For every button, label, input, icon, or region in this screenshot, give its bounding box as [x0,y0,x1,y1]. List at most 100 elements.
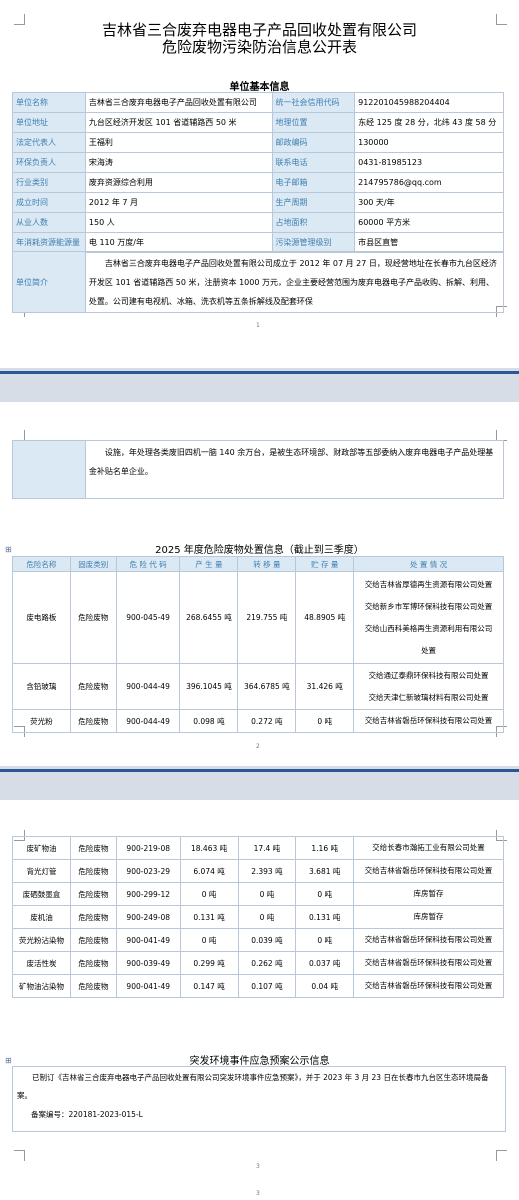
column-header: 处 置 情 况 [353,556,504,572]
column-header: 固废类别 [69,556,117,572]
disposal-line: 交给长春市瀚拓工业有限公司处置 [372,843,485,852]
waste-row: 废机油 危险废物 900-249-08 0.131 吨0 吨 0.131 吨库房暂存 [12,905,504,929]
disposal-line: 库房暂存 [413,889,444,898]
page-number: 3 [256,1163,260,1170]
basic-info-row: 法定代表人 王福利 邮政编码 130000 [12,132,504,153]
waste-code: 900-219-08 [115,836,181,860]
field-label: 生产周期 [271,192,356,213]
intro-table-part1: 单位简介 吉林省三合废弃电器电子产品回收处置有限公司成立于 2012 年 07 … [12,251,505,313]
waste-code: 900-041-49 [115,974,181,998]
waste-code: 900-044-49 [115,663,181,710]
waste-row: 废矿物油 危险废物 900-219-08 18.463 吨 17.4 吨 1.16 吨 交给… [12,836,504,860]
waste-category: 危险废物 [69,709,117,733]
waste-category: 危险废物 [69,905,117,929]
field-label: 年消耗资源能源量 [12,232,86,253]
disposal-info: 交给吉林省磐岳环保科技有限公司处置 [353,951,504,975]
emergency-heading: 突发环境事件应急预案公示信息 [189,1056,330,1067]
disposal-info: 交给吉林省厚德再生资源有限公司处置 交给新乡市军博环保科技有限公司处置 交给山西科美… [353,571,504,664]
stored-amount: 31.426 吨 [295,663,355,710]
waste-category: 危险废物 [69,974,117,998]
disposal-info: 库房暂存 [353,882,504,906]
basic-info-row: 年消耗资源能源量电 110 万度/年 污染源管理级别 市县区直管 [12,232,504,253]
waste-code: 900-249-08 [115,905,181,929]
field-value: 电 110 万度/年 [84,232,273,253]
stored-amount: 0.037 吨 [295,951,355,975]
waste-name: 荧光粉 [12,709,71,733]
basic-info-row: 行业类别 废弃资源综合利用 电子邮箱 214795786@qq.com [12,172,504,193]
waste-table-page2: 危险名称 固废类别危 险 代 码产 生 量转 移 量贮 存 量处 置 情 况 废电… [12,556,504,733]
waste-code: 900-045-49 [115,571,181,664]
waste-category: 危险废物 [69,663,117,710]
transferred-amount: 364.6785 吨 [237,663,297,710]
field-value: 150 人 [84,212,273,233]
field-label: 污染源管理级别 [271,232,356,253]
stored-amount: 0.04 吨 [295,974,355,998]
disposal-line: 交给新乡市军博环保科技有限公司处置 [364,601,493,611]
waste-info-heading: 2025 年度危险废物处置信息（截止到三季度） [155,545,364,556]
field-value: 市县区直管 [354,232,504,253]
waste-category: 危险废物 [69,571,117,664]
stored-amount: 3.681 吨 [295,859,355,883]
waste-name: 废矿物油 [12,836,71,860]
basic-info-row: 单位名称 吉林省三合废弃电器电子产品回收处置有限公司 统一社会信用代码 9122010… [12,92,504,113]
waste-row: 含铅玻璃 危险废物 900-044-49 396.1045 吨 364.6785 吨 31… [12,663,504,710]
column-header: 危险名称 [12,556,71,572]
waste-name: 废硒鼓墨盒 [12,882,71,906]
field-value: 废弃资源综合利用 [84,172,273,193]
waste-code: 900-039-49 [115,951,181,975]
field-value: 912201045988204404 [354,92,504,113]
field-value: 九台区经济开发区 101 省道辅路西 50 米 [84,112,273,133]
field-label: 单位地址 [12,112,86,133]
transferred-amount: 0.107 吨 [237,974,297,998]
transferred-amount: 2.393 吨 [237,859,297,883]
transferred-amount: 219.755 吨 [237,571,297,664]
column-header: 危 险 代 码 [115,556,181,572]
column-header: 产 生 量 [179,556,239,572]
field-label: 环保负责人 [12,152,86,173]
page-separator [0,769,519,772]
waste-category: 危险废物 [69,882,117,906]
emergency-box: 已制订《吉林省三合废弃电器电子产品回收处置有限公司突发环境事件应急预案》，并于 … [12,1066,506,1132]
stored-amount: 0.131 吨 [295,905,355,929]
generated-amount: 0.299 吨 [179,951,239,975]
disposal-info: 交给通辽泰鼎环保科技有限公司处置 交给天津仁新玻璃材料有限公司处置 [353,663,504,710]
field-value: 2012 年 7 月 [84,192,273,213]
disposal-line: 处置 [421,645,437,655]
waste-category: 危险废物 [69,951,117,975]
field-value: 300 天/年 [354,192,504,213]
disposal-line: 交给通辽泰鼎环保科技有限公司处置 [368,670,489,680]
field-value: 东经 125 度 28 分，北纬 43 度 58 分 [354,112,504,133]
waste-name: 废活性炭 [12,951,71,975]
intro-paragraph-part2: 设施，年处理各类废旧四机一脑 140 余万台，是被生态环境部、财政部等五部委纳入… [84,440,505,499]
page-corner [14,1150,25,1161]
field-label: 邮政编码 [271,132,356,153]
page-number: 1 [256,322,260,329]
disposal-line: 交给吉林省磐岳环保科技有限公司处置 [364,716,493,725]
waste-name: 矿物油沾染物 [12,974,71,998]
waste-category: 危险废物 [69,836,117,860]
waste-row: 背光灯管 危险废物 900-023-29 6.074 吨 2.393 吨 3.681 吨交… [12,859,504,883]
waste-name: 荧光粉沾染物 [12,928,71,952]
generated-amount: 0.098 吨 [179,709,239,733]
generated-amount: 0 吨 [179,882,239,906]
waste-category: 危险废物 [69,928,117,952]
stored-amount: 0 吨 [295,928,355,952]
disposal-line: 交给吉林省厚德再生资源有限公司处置 [364,579,493,589]
field-label: 行业类别 [12,172,86,193]
generated-amount: 0 吨 [179,928,239,952]
waste-row: 废硒鼓墨盒 危险废物 900-299-12 0 吨0 吨0 吨库房暂存 [12,882,504,906]
waste-name: 废电路板 [12,571,71,664]
waste-code: 900-299-12 [115,882,181,906]
field-label: 统一社会信用代码 [271,92,356,113]
stored-amount: 0 吨 [295,709,355,733]
waste-row: 荧光粉沾染物 危险废物 900-041-49 0 吨 0.039 吨0 吨交给吉林省磐岳… [12,928,504,952]
basic-info-row: 单位地址 九台区经济开发区 101 省道辅路西 50 米地理位置 东经 125 度 … [12,112,504,133]
column-header: 贮 存 量 [295,556,355,572]
waste-row: 废活性炭 危险废物 900-039-49 0.299 吨 0.262 吨 0.037 吨交… [12,951,504,975]
field-label: 联系电话 [271,152,356,173]
disposal-line: 交给天津仁新玻璃材料有限公司处置 [368,692,489,702]
waste-code: 900-041-49 [115,928,181,952]
document-subtitle: 危险废物污染防治信息公开表 [161,38,357,56]
basic-info-row: 环保负责人 宋海涛 联系电话 0431-81985123 [12,152,504,173]
field-label: 法定代表人 [12,132,86,153]
